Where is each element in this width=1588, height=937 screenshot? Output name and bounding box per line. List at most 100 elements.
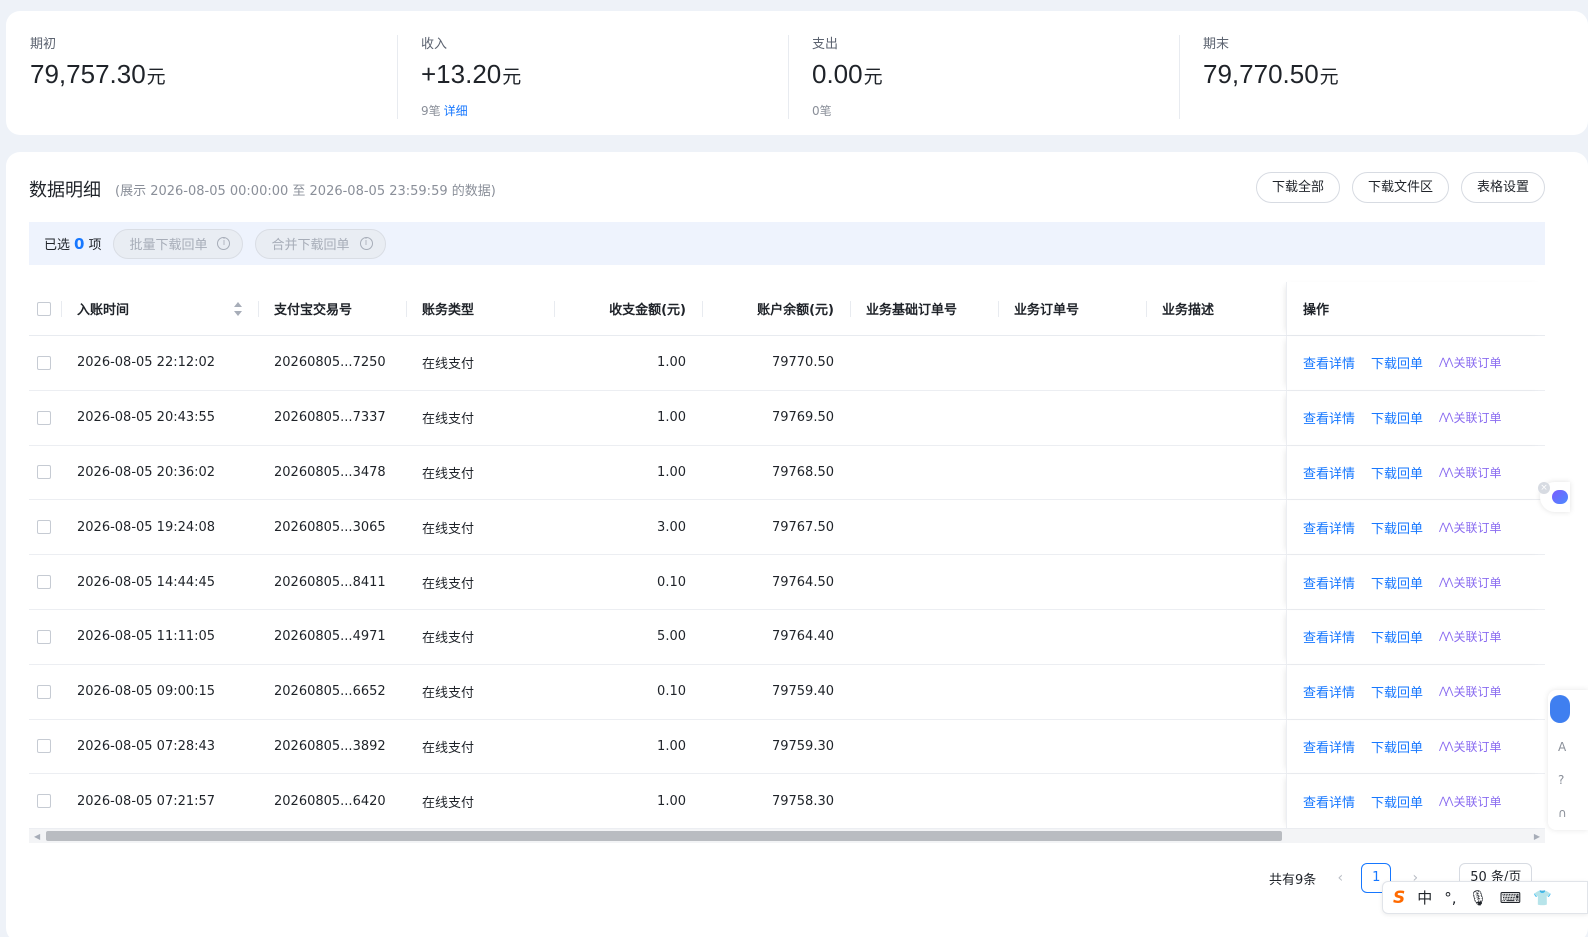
detail-title: 数据明细 <box>29 180 101 201</box>
row-checkbox[interactable] <box>37 684 51 699</box>
help-icon[interactable]: ? <box>1558 773 1564 787</box>
row-checkbox[interactable] <box>37 794 51 809</box>
sogou-logo-icon[interactable]: S <box>1393 888 1405 908</box>
cell-amount: 0.10 <box>657 684 686 700</box>
stat-closing: 期末 79,770.50元 <box>1179 11 1570 135</box>
scrollbar-thumb[interactable] <box>46 831 1282 841</box>
ime-mode[interactable]: 中 <box>1417 887 1432 908</box>
link-order-link[interactable]: ⋀⋀ 关联订单 <box>1439 683 1501 700</box>
download-receipt-link[interactable]: 下载回单 <box>1371 408 1423 427</box>
keyboard-icon[interactable]: ⌨ <box>1500 889 1522 907</box>
transactions-table: 入账时间 支付宝交易号 账务类型 收支金额(元) 账户余额(元) 业务基础订单号… <box>29 282 1545 830</box>
select-all-checkbox[interactable] <box>37 301 51 316</box>
column-label: 业务基础订单号 <box>866 303 958 318</box>
row-checkbox[interactable] <box>37 739 51 754</box>
download-receipt-link[interactable]: 下载回单 <box>1371 627 1423 646</box>
view-detail-link[interactable]: 查看详情 <box>1303 408 1355 427</box>
prev-page-icon[interactable]: ‹ <box>1328 870 1352 886</box>
info-icon[interactable]: i <box>359 237 373 250</box>
download-receipt-link[interactable]: 下载回单 <box>1371 573 1423 592</box>
view-detail-link[interactable]: 查看详情 <box>1303 682 1355 701</box>
row-checkbox[interactable] <box>37 355 51 370</box>
scroll-left-icon[interactable]: ◀ <box>34 832 40 841</box>
download-receipt-link[interactable]: 下载回单 <box>1371 737 1423 756</box>
view-detail-link[interactable]: 查看详情 <box>1303 792 1355 811</box>
link-order-link[interactable]: ⋀⋀ 关联订单 <box>1439 409 1501 426</box>
income-detail-link[interactable]: 详细 <box>444 104 468 118</box>
cell-time: 2026-08-05 09:00:15 <box>77 684 216 700</box>
cell-time: 2026-08-05 07:28:43 <box>77 738 216 754</box>
view-detail-link[interactable]: 查看详情 <box>1303 463 1355 482</box>
cell-amount: 1.00 <box>657 464 686 480</box>
view-detail-link[interactable]: 查看详情 <box>1303 353 1355 372</box>
row-checkbox[interactable] <box>37 520 51 535</box>
view-detail-link[interactable]: 查看详情 <box>1303 737 1355 756</box>
link-order-link[interactable]: ⋀⋀ 关联订单 <box>1439 354 1501 371</box>
header-actions: 下载全部 下载文件区 表格设置 <box>1255 172 1545 203</box>
download-receipt-link[interactable]: 下载回单 <box>1371 463 1423 482</box>
column-label: 账务类型 <box>422 303 475 318</box>
link-order-link[interactable]: ⋀⋀ 关联订单 <box>1439 793 1501 810</box>
cell-type: 在线支付 <box>422 631 475 647</box>
stat-amount: +13.20 <box>421 59 502 89</box>
row-checkbox[interactable] <box>37 410 51 425</box>
close-icon[interactable]: × <box>1538 482 1550 494</box>
cell-balance: 79768.50 <box>771 464 834 480</box>
sort-icon[interactable] <box>234 301 242 316</box>
download-receipt-link[interactable]: 下载回单 <box>1371 518 1423 537</box>
row-checkbox[interactable] <box>37 575 51 590</box>
scroll-right-icon[interactable]: ▶ <box>1534 832 1540 841</box>
table-settings-button[interactable]: 表格设置 <box>1460 172 1545 203</box>
translate-icon[interactable]: A <box>1558 740 1566 754</box>
cell-type: 在线支付 <box>422 357 475 373</box>
download-files-button[interactable]: 下载文件区 <box>1351 172 1449 203</box>
cell-ops: 查看详情 下载回单 ⋀⋀ 关联订单 <box>1286 500 1545 555</box>
row-checkbox[interactable] <box>37 465 51 480</box>
batch-download-label: 批量下载回单 <box>129 238 208 253</box>
stat-value: 0.00元 <box>812 59 1179 93</box>
cell-time: 2026-08-05 19:24:08 <box>77 519 216 535</box>
stat-amount: 0.00 <box>812 59 863 89</box>
horizontal-scrollbar[interactable]: ◀ ▶ <box>29 829 1545 843</box>
cell-amount: 1.00 <box>657 738 686 754</box>
cell-trade-no: 20260805...6420 <box>274 793 386 809</box>
view-detail-link[interactable]: 查看详情 <box>1303 518 1355 537</box>
row-checkbox-cell <box>29 794 61 809</box>
table-row: 2026-08-05 20:36:02 20260805...3478 在线支付… <box>29 445 1545 501</box>
stat-count-text: 9笔 <box>421 104 441 118</box>
punctuation-icon[interactable]: °, <box>1444 889 1456 907</box>
link-order-link[interactable]: ⋀⋀ 关联订单 <box>1439 519 1501 536</box>
download-receipt-link[interactable]: 下载回单 <box>1371 792 1423 811</box>
download-receipt-link[interactable]: 下载回单 <box>1371 353 1423 372</box>
robot-assistant-icon[interactable] <box>1550 695 1570 723</box>
batch-download-button[interactable]: 批量下载回单 i <box>113 228 244 259</box>
download-all-button[interactable]: 下载全部 <box>1255 172 1340 203</box>
link-order-label: 关联订单 <box>1453 356 1502 371</box>
detail-card: 数据明细 (展示 2026-08-05 00:00:00 至 2026-08-0… <box>6 152 1588 937</box>
link-order-link[interactable]: ⋀⋀ 关联订单 <box>1439 738 1501 755</box>
cell-type: 在线支付 <box>422 686 475 702</box>
link-order-link[interactable]: ⋀⋀ 关联订单 <box>1439 628 1501 645</box>
merge-download-button[interactable]: 合并下载回单 i <box>255 228 386 259</box>
headset-icon[interactable]: ∩ <box>1558 806 1567 820</box>
row-checkbox-cell <box>29 739 61 754</box>
download-receipt-link[interactable]: 下载回单 <box>1371 682 1423 701</box>
skin-icon[interactable]: 👕 <box>1533 889 1552 907</box>
link-order-label: 关联订单 <box>1453 575 1502 590</box>
view-detail-link[interactable]: 查看详情 <box>1303 573 1355 592</box>
stat-label: 期末 <box>1203 37 1230 52</box>
column-label: 业务订单号 <box>1014 303 1080 318</box>
table-row: 2026-08-05 19:24:08 20260805...3065 在线支付… <box>29 500 1545 556</box>
ai-sparkle-icon: ⋀⋀ <box>1439 521 1453 533</box>
link-order-link[interactable]: ⋀⋀ 关联订单 <box>1439 464 1501 481</box>
column-time[interactable]: 入账时间 <box>61 299 258 318</box>
microphone-icon[interactable]: 🎙 <box>1469 889 1488 907</box>
cell-time: 2026-08-05 20:36:02 <box>77 464 216 480</box>
row-checkbox[interactable] <box>37 629 51 644</box>
selection-bar: 已选 0 项 批量下载回单 i 合并下载回单 i <box>29 222 1545 265</box>
view-detail-link[interactable]: 查看详情 <box>1303 627 1355 646</box>
stat-label: 收入 <box>421 37 448 52</box>
link-order-link[interactable]: ⋀⋀ 关联订单 <box>1439 574 1501 591</box>
cell-amount: 1.00 <box>657 355 686 371</box>
info-icon[interactable]: i <box>217 237 231 250</box>
